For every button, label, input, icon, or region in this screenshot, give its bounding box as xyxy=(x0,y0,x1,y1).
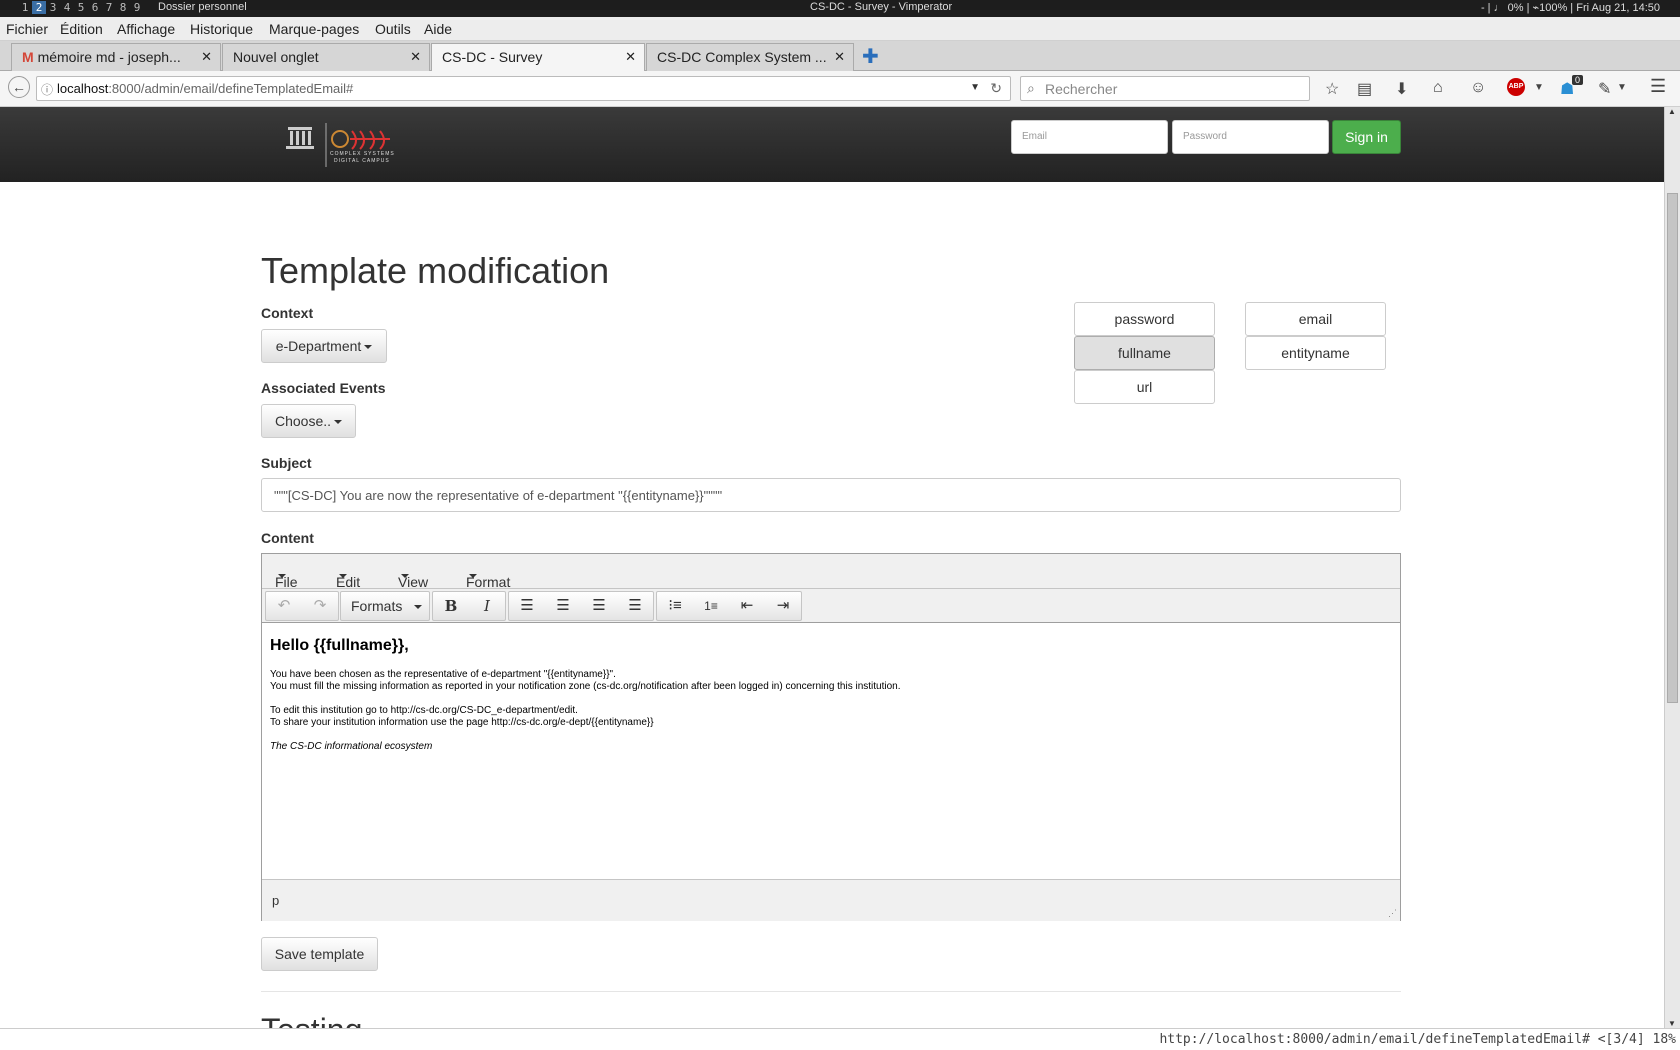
close-tab-icon[interactable]: ✕ xyxy=(201,49,212,65)
password-field[interactable]: Password xyxy=(1172,120,1329,154)
folder-label[interactable]: Dossier personnel xyxy=(158,1,247,13)
editor-menubar: File Edit View Format xyxy=(262,554,1400,590)
extension-icon[interactable]: ✎ xyxy=(1598,79,1611,99)
window-title: CS-DC - Survey - Vimperator xyxy=(810,1,953,13)
align-center-icon[interactable]: ☰ xyxy=(545,592,581,620)
align-left-icon[interactable]: ☰ xyxy=(509,592,545,620)
badge-count: 0 xyxy=(1572,75,1584,85)
system-status: - | ♩ 0% | ⌁100% | Fri Aug 21, 14:50 xyxy=(1480,2,1660,14)
tab-new[interactable]: Nouvel onglet ✕ xyxy=(222,43,430,71)
site-info-icon[interactable]: ⓘ xyxy=(41,81,53,98)
close-tab-icon[interactable]: ✕ xyxy=(625,49,636,65)
email-line-2: You must fill the missing information as… xyxy=(270,681,901,692)
tab-complex-system[interactable]: CS-DC Complex System ... ✕ xyxy=(646,43,854,71)
url-bar[interactable]: ⓘ localhost:8000/admin/email/defineTempl… xyxy=(36,76,1011,101)
menu-edition[interactable]: Édition xyxy=(60,21,103,37)
undo-icon[interactable]: ↶ xyxy=(266,592,302,620)
editor-toolbar: ↶ ↷ Formats B I ☰ ☰ ☰ ☰ ⁝≡ 1≡ ⇤ ⇥ xyxy=(262,589,1400,623)
italic-icon[interactable]: I xyxy=(469,592,505,620)
menu-outils[interactable]: Outils xyxy=(375,21,411,37)
reading-list-icon[interactable]: ▤ xyxy=(1357,79,1372,99)
scroll-up-icon[interactable]: ▲ xyxy=(1668,107,1676,116)
tab-bar: M mémoire md - joseph... ✕ Nouvel onglet… xyxy=(0,41,1680,72)
back-arrow-icon[interactable]: ← xyxy=(8,76,30,98)
align-right-icon[interactable]: ☰ xyxy=(581,592,617,620)
scrollbar-thumb[interactable] xyxy=(1667,193,1678,703)
os-top-bar: 123456789 Dossier personnel CS-DC - Surv… xyxy=(0,0,1680,17)
reload-icon[interactable]: ↻ xyxy=(990,80,1002,97)
events-label: Associated Events xyxy=(261,380,386,396)
caret-down-icon xyxy=(334,420,343,425)
element-path[interactable]: p xyxy=(272,893,279,908)
email-signature: The CS-DC informational ecosystem xyxy=(270,741,433,752)
redo-icon[interactable]: ↷ xyxy=(302,592,338,620)
tab-gmail[interactable]: M mémoire md - joseph... ✕ xyxy=(11,43,221,71)
extension-dropdown-icon[interactable]: ▼ xyxy=(1617,82,1627,93)
rich-text-editor[interactable]: File Edit View Format ↶ ↷ Formats B I ☰ … xyxy=(261,553,1401,921)
formats-dropdown[interactable]: Formats xyxy=(340,591,430,621)
content-label: Content xyxy=(261,530,314,546)
subject-label: Subject xyxy=(261,455,312,471)
download-icon[interactable]: ⬇ xyxy=(1395,79,1408,99)
workspace-switcher[interactable]: 123456789 xyxy=(18,1,144,14)
close-tab-icon[interactable]: ✕ xyxy=(834,49,845,65)
editor-content[interactable]: Hello {{fullname}}, You have been chosen… xyxy=(262,623,1400,878)
close-tab-icon[interactable]: ✕ xyxy=(410,49,421,65)
divider xyxy=(261,991,1401,992)
variable-entityname-button[interactable]: entityname xyxy=(1245,336,1386,370)
context-label: Context xyxy=(261,305,314,321)
adblock-icon[interactable]: ABP xyxy=(1507,78,1525,96)
email-greeting: Hello {{fullname}}, xyxy=(270,637,409,654)
editor-statusbar: p ⋰ xyxy=(262,879,1400,921)
browser-menubar: Fichier Édition Affichage Historique Mar… xyxy=(0,17,1680,41)
vimperator-statusline: http://localhost:8000/admin/email/define… xyxy=(0,1028,1680,1050)
home-icon[interactable]: ⌂ xyxy=(1433,79,1443,97)
page-scrollbar[interactable]: ▲ ▼ xyxy=(1664,107,1680,1028)
gmail-icon: M xyxy=(22,49,34,65)
menu-marque-pages[interactable]: Marque-pages xyxy=(269,21,359,37)
events-dropdown[interactable]: Choose.. xyxy=(261,404,356,438)
sign-in-button[interactable]: Sign in xyxy=(1332,120,1401,154)
email-line-4: To share your institution information us… xyxy=(270,717,654,728)
email-line-1: You have been chosen as the representati… xyxy=(270,669,616,680)
url-dropdown-icon[interactable]: ▼ xyxy=(970,82,980,93)
menu-historique[interactable]: Historique xyxy=(190,21,253,37)
variable-password-button[interactable]: password xyxy=(1074,302,1215,336)
logo-text-bottom: DIGITAL CAMPUS xyxy=(334,158,390,164)
menu-aide[interactable]: Aide xyxy=(424,21,452,37)
email-line-3: To edit this institution go to http://cs… xyxy=(270,705,578,716)
bookmark-star-icon[interactable]: ☆ xyxy=(1325,79,1339,99)
hamburger-menu-icon[interactable]: ☰ xyxy=(1650,76,1666,97)
context-dropdown[interactable]: e-Department xyxy=(261,329,387,363)
page-title: Template modification xyxy=(261,250,610,291)
indent-icon[interactable]: ⇥ xyxy=(765,592,801,620)
subject-input[interactable]: """[CS-DC] You are now the representativ… xyxy=(261,478,1401,512)
email-field[interactable]: Email xyxy=(1011,120,1168,154)
navigation-bar: ← ⓘ localhost:8000/admin/email/defineTem… xyxy=(0,71,1680,107)
site-header: COMPLEX SYSTEMS DIGITAL CAMPUS Email Pas… xyxy=(0,107,1664,182)
search-icon: ⌕ xyxy=(1027,80,1035,96)
logo-text-top: COMPLEX SYSTEMS xyxy=(330,151,395,157)
bold-icon[interactable]: B xyxy=(433,592,469,620)
outdent-icon[interactable]: ⇤ xyxy=(729,592,765,620)
variable-url-button[interactable]: url xyxy=(1074,370,1215,404)
adblock-dropdown-icon[interactable]: ▼ xyxy=(1534,82,1544,93)
resize-handle-icon[interactable]: ⋰ xyxy=(1388,908,1397,919)
tab-survey[interactable]: CS-DC - Survey ✕ xyxy=(431,43,645,72)
save-template-button[interactable]: Save template xyxy=(261,937,378,971)
new-tab-icon[interactable]: ✚ xyxy=(862,44,879,69)
scroll-down-icon[interactable]: ▼ xyxy=(1668,1019,1676,1028)
chat-icon[interactable]: ☺ xyxy=(1470,79,1486,97)
search-bar[interactable]: ⌕ Rechercher xyxy=(1020,76,1310,101)
numbered-list-icon[interactable]: 1≡ xyxy=(693,592,729,620)
menu-fichier[interactable]: Fichier xyxy=(6,21,48,37)
caret-down-icon xyxy=(364,345,373,350)
bullet-list-icon[interactable]: ⁝≡ xyxy=(657,592,693,620)
variable-email-button[interactable]: email xyxy=(1245,302,1386,336)
menu-affichage[interactable]: Affichage xyxy=(117,21,175,37)
align-justify-icon[interactable]: ☰ xyxy=(617,592,653,620)
variable-fullname-button[interactable]: fullname xyxy=(1074,336,1215,370)
